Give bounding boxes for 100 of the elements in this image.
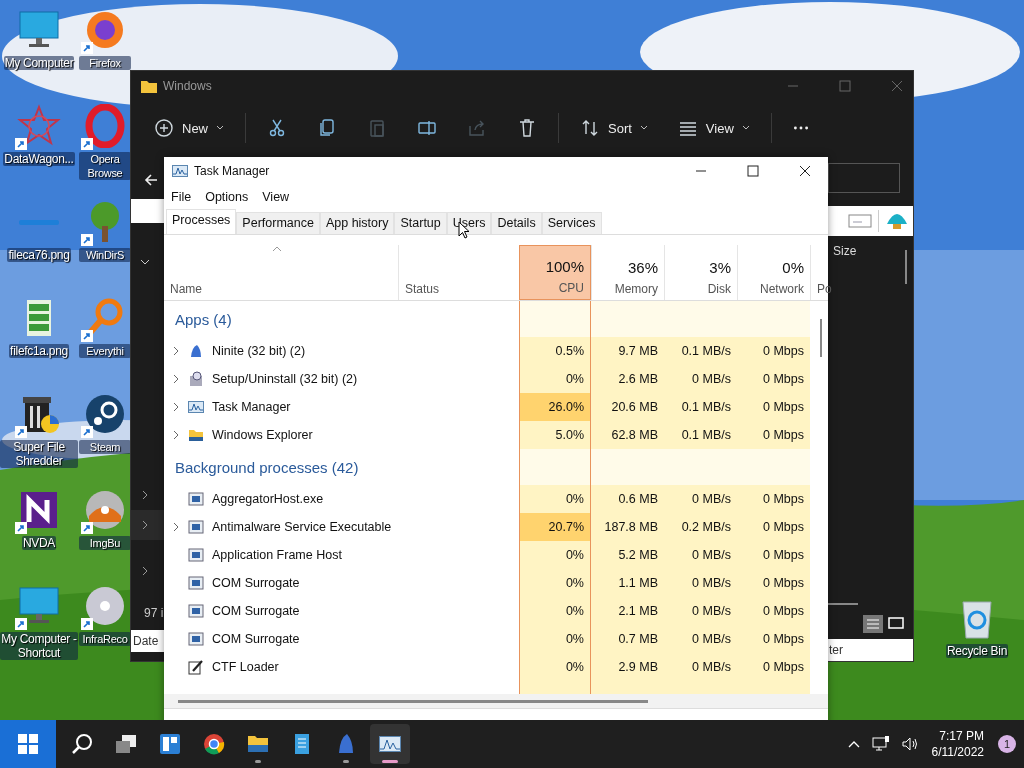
new-button[interactable]: New xyxy=(141,112,237,144)
back-arrow-icon[interactable] xyxy=(144,173,158,187)
process-name: COM Surrogate xyxy=(212,632,300,646)
chevron-down-icon[interactable] xyxy=(140,257,150,267)
menu-item[interactable]: File xyxy=(171,190,192,204)
close-icon[interactable] xyxy=(891,80,903,92)
folder-icon xyxy=(188,427,204,443)
table-cell: 2.6 MB xyxy=(591,365,664,393)
window-title: Task Manager xyxy=(194,164,270,178)
expand-chevron-icon[interactable] xyxy=(172,402,180,412)
desktop-icon-label[interactable]: WinDirS xyxy=(79,248,131,262)
desktop-icon-label[interactable]: Firefox xyxy=(79,56,131,70)
expand-chevron-icon[interactable] xyxy=(172,346,180,356)
close-icon xyxy=(799,165,811,177)
column-header[interactable]: 100% CPU xyxy=(519,245,591,300)
table-cell: 0.6 MB xyxy=(591,485,664,513)
star-icon[interactable] xyxy=(17,104,61,148)
tab[interactable]: Services xyxy=(541,212,602,234)
process-name: Task Manager xyxy=(212,400,291,414)
start-taskbar-button[interactable] xyxy=(0,720,56,768)
opera-icon[interactable] xyxy=(83,104,127,148)
caret-icon xyxy=(741,125,750,131)
column-header[interactable]: Date xyxy=(131,630,164,652)
table-cell: 0% xyxy=(519,653,591,681)
network-icon[interactable] xyxy=(871,736,890,752)
desktop-icon-label[interactable]: My Computer - Shortcut xyxy=(0,632,78,660)
scrollbar[interactable] xyxy=(828,603,858,605)
group-heading: Background processes (42) xyxy=(174,458,359,476)
desktop-icon-label[interactable]: Opera Browse xyxy=(79,152,131,180)
table-cell: 0.2 MB/s xyxy=(664,513,737,541)
chevron-right-icon[interactable] xyxy=(141,566,149,576)
view-button[interactable]: View xyxy=(664,112,763,144)
desktop-icon-label[interactable]: Steam xyxy=(79,440,131,454)
disc-icon[interactable] xyxy=(83,488,127,532)
search-icon xyxy=(70,732,94,756)
desktop-icon-label[interactable]: fileca76.png xyxy=(7,248,71,262)
process-name: Setup/Uninstall (32 bit) (2) xyxy=(212,372,358,386)
table-cell: 5.2 MB xyxy=(591,541,664,569)
chevron-right-icon[interactable] xyxy=(141,520,149,530)
expand-chevron-icon[interactable] xyxy=(172,374,180,384)
menu-item[interactable]: View xyxy=(262,190,290,204)
desktop-icon-label[interactable]: Recycle Bin xyxy=(945,644,1009,658)
process-name: Antimalware Service Executable xyxy=(212,520,392,534)
clock-date[interactable]: 6/11/2022 xyxy=(931,744,984,760)
table-cell: 0.1 MB/s xyxy=(664,421,737,449)
tab[interactable]: Startup xyxy=(394,212,447,234)
chevron-right-icon[interactable] xyxy=(141,490,149,500)
process-name: AggregatorHost.exe xyxy=(212,492,324,506)
taskmgr-taskbar-button[interactable] xyxy=(370,724,410,764)
volume-icon[interactable] xyxy=(901,736,920,752)
scrollbar[interactable] xyxy=(820,319,822,357)
desktop-icon-label[interactable]: Super File Shredder xyxy=(0,440,78,468)
chevron-up-icon[interactable] xyxy=(847,740,860,748)
column-header[interactable]: 0% Network xyxy=(737,245,810,300)
column-header[interactable]: Size xyxy=(833,244,857,284)
column-header[interactable]: Name xyxy=(164,245,398,300)
service-icon xyxy=(188,519,204,535)
expand-chevron-icon[interactable] xyxy=(172,522,180,532)
sort-button[interactable]: Sort xyxy=(567,112,661,144)
table-cell: 0 Mbps xyxy=(737,541,810,569)
notification-badge[interactable]: 1 xyxy=(998,735,1016,753)
table-cell: 0% xyxy=(519,541,591,569)
table-cell: 0 MB/s xyxy=(664,541,737,569)
desktop-icon-label[interactable]: InfraReco xyxy=(79,632,131,646)
process-name: COM Surrogate xyxy=(212,604,300,618)
desktop-icon-label[interactable]: NVDA xyxy=(21,536,57,550)
scrollbar[interactable] xyxy=(905,250,907,284)
column-header[interactable]: 36% Memory xyxy=(591,245,664,300)
desktop-icon-label[interactable]: DataWagon... xyxy=(3,152,75,166)
cd-icon[interactable] xyxy=(83,584,127,628)
ninite-icon xyxy=(188,343,204,359)
table-cell: 0 MB/s xyxy=(664,365,737,393)
table-cell: 2.9 MB xyxy=(591,653,664,681)
tab[interactable]: Performance xyxy=(236,212,320,234)
clock-time[interactable]: 7:17 PM xyxy=(939,728,984,744)
desktop-icon-label[interactable]: ImgBu xyxy=(79,536,131,550)
table-cell: 0.7 MB xyxy=(591,625,664,653)
tab[interactable]: Processes xyxy=(166,209,237,234)
menu-item[interactable]: Options xyxy=(205,190,249,204)
taskmgr-icon xyxy=(188,399,204,415)
desktop-icon-label[interactable]: My Computer xyxy=(3,56,75,70)
table-cell: 0 Mbps xyxy=(737,365,810,393)
steam-icon[interactable] xyxy=(83,392,127,436)
table-cell: 0% xyxy=(519,597,591,625)
tab[interactable]: Details xyxy=(491,212,542,234)
expand-chevron-icon[interactable] xyxy=(172,430,180,440)
table-cell: 9.7 MB xyxy=(591,337,664,365)
table-cell: 20.6 MB xyxy=(591,393,664,421)
table-cell: 0 Mbps xyxy=(737,653,810,681)
process-name: Application Frame Host xyxy=(212,548,342,562)
chrome-icon xyxy=(202,732,226,756)
search-field[interactable] xyxy=(828,163,900,193)
caret-icon xyxy=(216,125,224,131)
desktop-icon-label[interactable]: Everythi xyxy=(79,344,131,358)
window-title: Windows xyxy=(163,79,212,93)
desktop-icon-label[interactable]: filefc1a.png xyxy=(9,344,69,358)
sort-caret-icon[interactable] xyxy=(272,246,282,252)
column-header[interactable]: 3% Disk xyxy=(664,245,737,300)
tab[interactable]: App history xyxy=(319,212,395,234)
scrollbar[interactable] xyxy=(178,699,648,703)
